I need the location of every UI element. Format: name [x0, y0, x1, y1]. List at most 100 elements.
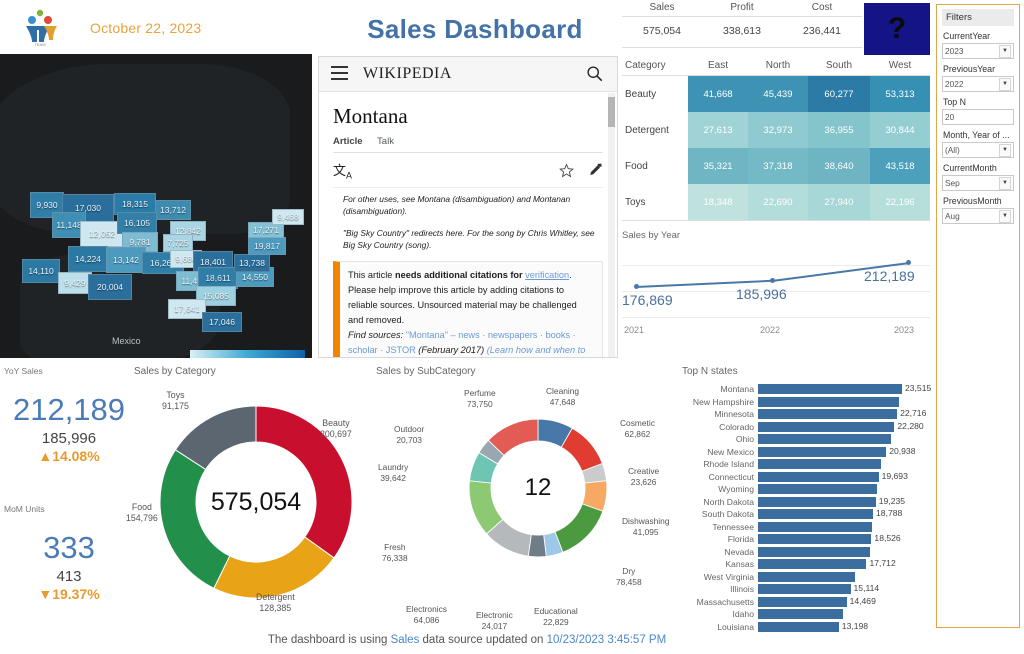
bar-fill[interactable] [758, 396, 899, 407]
data-point-2023[interactable] [905, 259, 911, 265]
bar-fill[interactable] [758, 571, 856, 582]
star-icon[interactable] [559, 163, 574, 178]
filter-select-monthyearof[interactable]: (All) ▼ [942, 142, 1014, 158]
bar-row[interactable]: Idaho [682, 608, 932, 621]
bar-row[interactable]: North Dakota 19,235 [682, 496, 932, 509]
sales-by-subcategory-chart[interactable]: Sales by SubCategory 12 Cleaning 47,648 C… [376, 366, 676, 651]
chevron-down-icon[interactable]: ▼ [999, 44, 1011, 58]
bar-fill[interactable] [758, 584, 851, 595]
hamburger-menu-icon[interactable] [331, 66, 348, 81]
bar-fill[interactable] [758, 521, 872, 532]
chevron-down-icon[interactable]: ▼ [999, 143, 1011, 157]
matrix-cell[interactable]: 27,613 [688, 112, 748, 148]
bar-fill[interactable] [758, 434, 891, 445]
bar-fill[interactable] [758, 446, 887, 457]
map-state-3[interactable]: 13,712 [155, 200, 191, 220]
category-region-matrix[interactable]: Category East North South West Beauty 41,668 4… [622, 56, 930, 225]
bar-fill[interactable] [758, 596, 847, 607]
footer-source-link[interactable]: Sales [391, 634, 420, 646]
verification-link[interactable]: verification [525, 270, 569, 280]
map-state-10[interactable]: 13,142 [106, 247, 146, 273]
bar-row[interactable]: New Mexico 20,938 [682, 446, 932, 459]
map-state-14[interactable]: 20,004 [88, 274, 132, 300]
bar-row[interactable]: South Dakota 18,788 [682, 508, 932, 521]
chevron-down-icon[interactable]: ▼ [999, 209, 1011, 223]
map-state-26[interactable]: 17,641 [168, 299, 206, 319]
matrix-cell[interactable]: 30,844 [869, 112, 930, 148]
bar-fill[interactable] [758, 621, 839, 632]
article-tabs[interactable]: Article Talk [333, 136, 603, 153]
matrix-cell[interactable]: 35,321 [688, 148, 748, 184]
matrix-cell[interactable]: 45,439 [747, 75, 808, 112]
sales-by-category-chart[interactable]: Sales by Category 575,054 Beauty 200,697… [126, 366, 374, 651]
matrix-cell[interactable]: 60,277 [807, 75, 870, 112]
bar-row[interactable]: Massachusetts 14,469 [682, 596, 932, 609]
bar-row[interactable]: Montana 23,515 [682, 383, 932, 396]
wiki-scrollbar-thumb[interactable] [608, 97, 615, 127]
filter-select-previousyear[interactable]: 2022 ▼ [942, 76, 1014, 92]
wikipedia-embed[interactable]: WIKIPEDIA Montana Article Talk 文A For ot… [318, 56, 618, 358]
matrix-cell[interactable]: 37,318 [747, 148, 808, 184]
matrix-cell[interactable]: 27,940 [807, 184, 870, 221]
table-row[interactable]: Toys 18,348 22,690 27,940 22,196 [622, 184, 930, 221]
table-row[interactable]: Detergent 27,613 32,973 36,955 30,844 [622, 112, 930, 148]
data-point-2022[interactable] [769, 277, 775, 283]
bar-fill[interactable] [758, 496, 876, 507]
sales-choropleth-map[interactable]: 9,930 17,030 18,315 13,712 11,148 12,052 16,10… [0, 54, 312, 358]
table-row[interactable]: Food 35,321 37,318 38,640 43,518 [622, 148, 930, 184]
bar-row[interactable]: Illinois 15,114 [682, 583, 932, 596]
filters-list[interactable]: CurrentYear 2023 ▼ PreviousYear 2022 ▼ Top N 20… [942, 31, 1014, 224]
map-state-21[interactable]: 13,738 [234, 254, 270, 272]
top-n-states-rows[interactable]: Montana 23,515 New Hampshire Minnesota 2… [682, 383, 932, 633]
bar-row[interactable]: West Virginia [682, 571, 932, 584]
bar-fill[interactable] [758, 421, 895, 432]
bar-fill[interactable] [758, 459, 882, 470]
bar-row[interactable]: Minnesota 22,716 [682, 408, 932, 421]
bar-fill[interactable] [758, 559, 867, 570]
bar-row[interactable]: Ohio [682, 433, 932, 446]
map-state-22[interactable]: 19,817 [248, 237, 286, 255]
sales-by-year-chart[interactable]: Sales by Year 176,869 2021 185,996 2022 212,… [622, 230, 930, 350]
table-row[interactable]: Beauty 41,668 45,439 60,277 53,313 [622, 75, 930, 112]
bar-row[interactable]: Florida 18,526 [682, 533, 932, 546]
bar-row[interactable]: Nevada [682, 546, 932, 559]
matrix-cell[interactable]: 41,668 [688, 75, 748, 112]
bar-row[interactable]: Colorado 22,280 [682, 421, 932, 434]
wiki-scrollbar-track[interactable] [608, 93, 615, 357]
map-state-6[interactable]: 16,105 [117, 212, 157, 234]
matrix-cell[interactable]: 36,955 [807, 112, 870, 148]
matrix-body[interactable]: Beauty 41,668 45,439 60,277 53,313 Detergent 2… [622, 75, 930, 221]
matrix-cell[interactable]: 32,973 [747, 112, 808, 148]
map-state-9[interactable]: 14,224 [68, 246, 108, 272]
help-button[interactable]: ? [864, 3, 930, 55]
bar-row[interactable]: Rhode Island [682, 458, 932, 471]
filter-input-topn[interactable]: 20 [942, 109, 1014, 125]
map-state-27[interactable]: 17,046 [202, 312, 242, 332]
matrix-cell[interactable]: 22,196 [869, 184, 930, 221]
matrix-cell[interactable]: 53,313 [869, 75, 930, 112]
language-icon[interactable]: 文A [333, 160, 352, 181]
search-icon[interactable] [586, 65, 603, 82]
chevron-down-icon[interactable]: ▼ [999, 77, 1011, 91]
bar-row[interactable]: New Hampshire [682, 396, 932, 409]
filter-select-currentmonth[interactable]: Sep ▼ [942, 175, 1014, 191]
filter-select-previousmonth[interactable]: Aug ▼ [942, 208, 1014, 224]
bar-row[interactable]: Louisiana 13,198 [682, 621, 932, 634]
bar-row[interactable]: Connecticut 19,693 [682, 471, 932, 484]
bar-row[interactable]: Tennessee [682, 521, 932, 534]
matrix-cell[interactable]: 18,348 [688, 184, 748, 221]
chevron-down-icon[interactable]: ▼ [999, 176, 1011, 190]
bar-fill[interactable] [758, 609, 844, 620]
filters-panel[interactable]: Filters CurrentYear 2023 ▼ PreviousYear 2022… [936, 4, 1020, 628]
bar-fill[interactable] [758, 484, 877, 495]
bar-row[interactable]: Wyoming [682, 483, 932, 496]
bar-fill[interactable] [758, 534, 872, 545]
edit-pencil-icon[interactable] [588, 163, 603, 178]
top-n-states-chart[interactable]: Top N states Montana 23,515 New Hampshir… [682, 366, 932, 641]
bar-row[interactable]: Kansas 17,712 [682, 558, 932, 571]
bar-fill[interactable] [758, 409, 898, 420]
map-state-24[interactable]: 9,468 [272, 209, 304, 225]
matrix-cell[interactable]: 38,640 [807, 148, 870, 184]
bar-fill[interactable] [758, 471, 879, 482]
tab-article[interactable]: Article [333, 136, 363, 147]
